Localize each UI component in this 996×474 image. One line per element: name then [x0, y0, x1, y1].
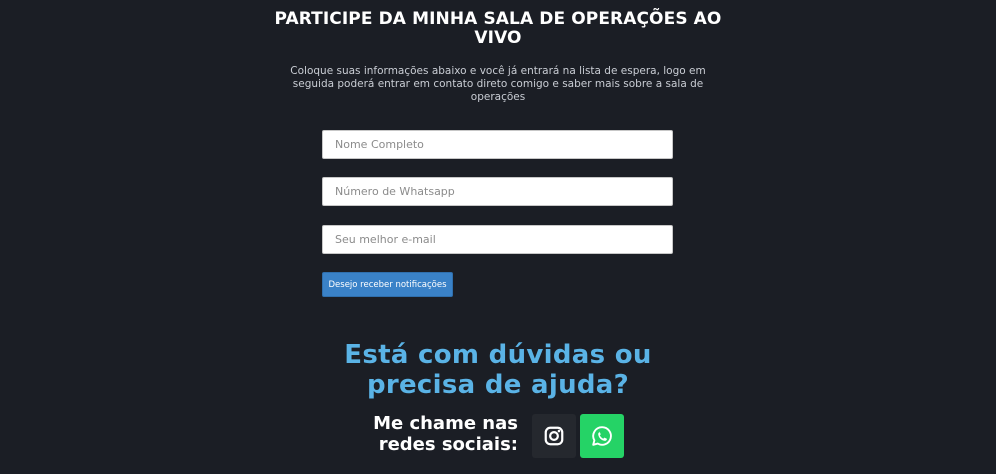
email-input[interactable] — [322, 225, 673, 254]
subscribe-notifications-button[interactable]: Desejo receber notificações — [322, 272, 453, 297]
whatsapp-button[interactable] — [580, 414, 624, 458]
page-subtitle: Coloque suas informações abaixo e você j… — [290, 65, 706, 103]
instagram-icon — [544, 426, 564, 446]
full-name-input[interactable] — [322, 130, 673, 159]
instagram-button[interactable] — [532, 414, 576, 458]
whatsapp-number-input[interactable] — [322, 177, 673, 206]
whatsapp-icon — [592, 426, 612, 446]
page-title: PARTICIPE DA MINHA SALA DE OPERAÇÕES AO … — [274, 9, 722, 48]
help-heading: Está com dúvidas ou precisa de ajuda? — [344, 340, 652, 400]
social-label: Me chame nas redes sociais: — [373, 413, 518, 455]
